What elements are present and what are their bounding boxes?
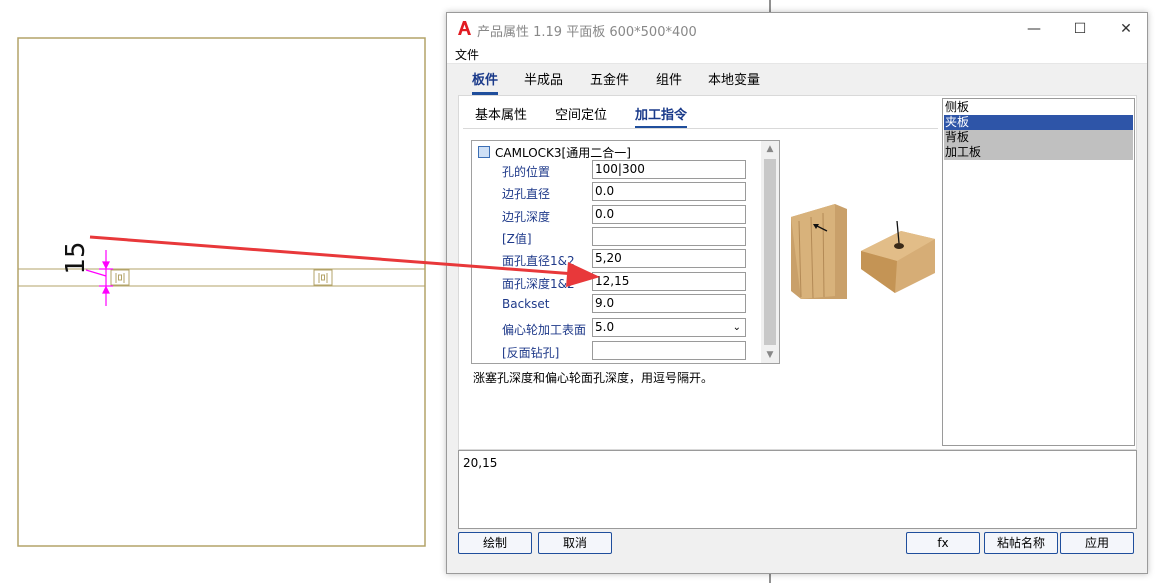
property-value-input[interactable]: [592, 227, 746, 246]
property-value-input[interactable]: [592, 341, 746, 360]
tab-spatial-position[interactable]: 空间定位: [555, 104, 607, 123]
property-row: 面孔深度1&2 12,15: [472, 271, 762, 293]
divider: [463, 128, 938, 129]
product-properties-dialog: 产品属性 1.19 平面板 600*500*400 — ☐ ✕ 文件 板件 半成…: [446, 12, 1148, 574]
maximize-icon: ☐: [1073, 20, 1087, 37]
property-label: [反面钻孔]: [502, 346, 560, 360]
tab-hardware[interactable]: 五金件: [590, 69, 629, 95]
list-item[interactable]: 侧板: [944, 100, 1133, 115]
tab-panel[interactable]: 板件: [472, 69, 499, 95]
tab-content: 基本属性 空间定位 加工指令 CAMLOCK3[通用二合一] 孔的位置 100|…: [458, 95, 1137, 450]
property-label: 面孔深度1&2: [502, 277, 575, 291]
apply-button[interactable]: 应用: [1060, 532, 1134, 554]
group-title: CAMLOCK3[通用二合一]: [495, 145, 631, 160]
tab-local-variables[interactable]: 本地变量: [708, 69, 760, 95]
tab-machining[interactable]: 加工指令: [635, 104, 688, 129]
property-row: 面孔直径1&2 5,20: [472, 248, 762, 270]
tab-assembly[interactable]: 组件: [656, 69, 682, 95]
menu-bar: 文件: [447, 44, 1147, 64]
list-item-selected[interactable]: 夹板: [944, 115, 1133, 130]
window-title: 产品属性 1.19 平面板 600*500*400: [477, 25, 697, 40]
property-value-select[interactable]: 5.0 ⌄: [592, 318, 746, 337]
scroll-down-icon[interactable]: ▼: [761, 347, 779, 363]
title-bar[interactable]: 产品属性 1.19 平面板 600*500*400 — ☐ ✕: [447, 13, 1147, 44]
tab-basic-properties[interactable]: 基本属性: [475, 104, 527, 123]
property-value-input[interactable]: 0.0: [592, 205, 746, 224]
fx-button[interactable]: fx: [906, 532, 980, 554]
property-row: 孔的位置 100|300: [472, 159, 762, 181]
camlock-symbol: [313, 269, 333, 286]
minimize-icon: —: [1027, 20, 1041, 37]
property-value-input[interactable]: 100|300: [592, 160, 746, 179]
property-value-input[interactable]: 12,15: [592, 272, 746, 291]
scroll-up-icon[interactable]: ▲: [761, 141, 779, 157]
autocad-a-icon: [458, 21, 471, 35]
list-item[interactable]: 背板: [944, 130, 1133, 145]
panel-type-list[interactable]: 侧板 夹板 背板 加工板: [942, 98, 1135, 446]
cancel-button[interactable]: 取消: [538, 532, 612, 554]
property-row: 边孔深度 0.0: [472, 204, 762, 226]
chevron-down-icon: ⌄: [732, 322, 741, 333]
menu-file[interactable]: 文件: [455, 46, 479, 63]
property-label: 偏心轮加工表面: [502, 323, 587, 337]
close-icon: ✕: [1120, 20, 1132, 37]
property-label: 边孔直径: [502, 187, 551, 201]
property-label: [Z值]: [502, 232, 532, 246]
property-row: [Z值]: [472, 226, 762, 248]
group-checkbox[interactable]: [478, 146, 490, 158]
dimension-label: 15: [61, 241, 91, 274]
property-label: 面孔直径1&2: [502, 254, 575, 268]
hint-text: 涨塞孔深度和偏心轮面孔深度，用逗号隔开。: [473, 371, 714, 385]
list-item[interactable]: 加工板: [944, 145, 1133, 160]
value-editor[interactable]: 20,15: [458, 450, 1137, 529]
tab-semi-finished[interactable]: 半成品: [524, 69, 563, 95]
property-row: 边孔直径 0.0: [472, 181, 762, 203]
vertical-scrollbar[interactable]: ▲ ▼: [761, 141, 779, 363]
property-row: [反面钻孔]: [472, 340, 762, 362]
close-button[interactable]: ✕: [1103, 13, 1149, 44]
camlock-preview-image: [791, 204, 935, 299]
paste-name-button[interactable]: 粘帖名称: [984, 532, 1058, 554]
property-label: Backset: [502, 297, 550, 311]
property-label: 边孔深度: [502, 210, 551, 224]
minimize-button[interactable]: —: [1011, 13, 1057, 44]
property-grid: CAMLOCK3[通用二合一] 孔的位置 100|300 边孔直径 0.0 边孔…: [471, 140, 780, 364]
property-row: 偏心轮加工表面 5.0 ⌄: [472, 317, 762, 339]
value-text: 20,15: [463, 456, 498, 470]
draw-button[interactable]: 绘制: [458, 532, 532, 554]
property-value-input[interactable]: 5,20: [592, 249, 746, 268]
scrollbar-thumb[interactable]: [764, 159, 776, 345]
maximize-button[interactable]: ☐: [1057, 13, 1103, 44]
property-label: 孔的位置: [502, 165, 551, 179]
camlock-symbol: [110, 269, 130, 286]
property-value-input[interactable]: 9.0: [592, 294, 746, 313]
property-row: Backset 9.0: [472, 293, 762, 315]
property-value-input[interactable]: 0.0: [592, 182, 746, 201]
panel-outline: [17, 37, 426, 547]
select-value: 5.0: [595, 320, 615, 334]
